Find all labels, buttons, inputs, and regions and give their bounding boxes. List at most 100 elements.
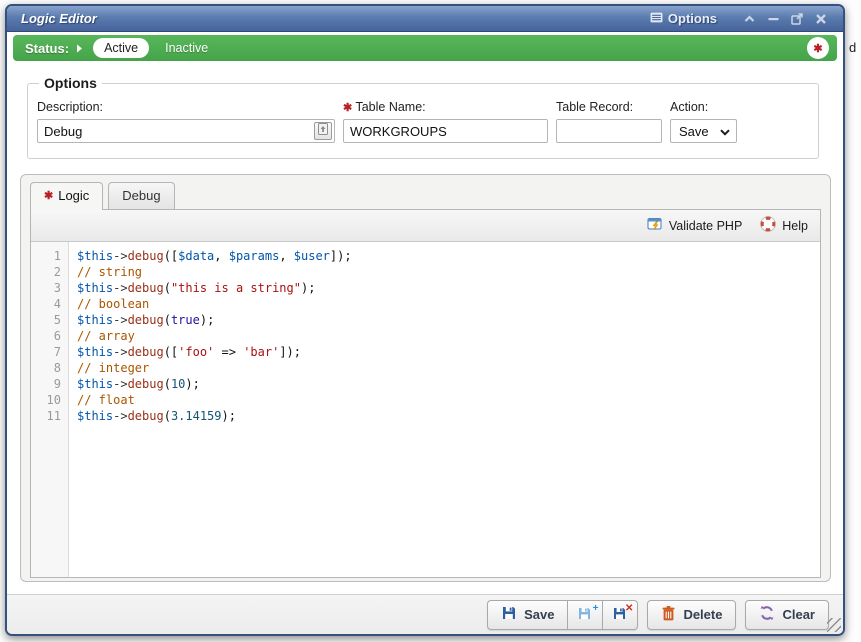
code-token: $this [77, 281, 113, 295]
code-editor: Validate PHP Help 1234567891011 $this->d… [30, 209, 821, 578]
line-number: 9 [31, 376, 61, 392]
code-line[interactable]: $this->debug(3.14159); [77, 408, 820, 424]
chevron-down-icon [720, 124, 730, 139]
line-number: 7 [31, 344, 61, 360]
code-token: $params [229, 249, 280, 263]
code-line[interactable]: $this->debug(10); [77, 376, 820, 392]
save-and-close-button[interactable]: ✕ [602, 600, 638, 630]
close-button[interactable] [811, 10, 831, 28]
line-number: 11 [31, 408, 61, 424]
description-label: Description: [37, 100, 335, 114]
code-token: $this [77, 313, 113, 327]
code-token: $this [77, 409, 113, 423]
code-token: ); [200, 313, 214, 327]
code-token: 3.14159 [171, 409, 222, 423]
delete-button[interactable]: Delete [647, 600, 736, 630]
collapse-button[interactable] [739, 10, 759, 28]
code-token: // array [77, 329, 135, 343]
options-field-row: Description: ✱ Table Name: Table Record:… [37, 100, 808, 143]
action-select[interactable]: Save [670, 119, 737, 143]
validate-php-button[interactable]: Validate PHP [647, 216, 742, 235]
code-token: debug [128, 377, 164, 391]
background-page-text: d [849, 40, 856, 55]
action-select-value: Save [679, 124, 709, 139]
editor-toolbar: Validate PHP Help [31, 210, 820, 242]
code-token: -> [113, 249, 127, 263]
save-and-new-button[interactable]: + [567, 600, 602, 630]
tab-debug[interactable]: Debug [108, 182, 174, 209]
code-token: => [214, 345, 243, 359]
table-name-input[interactable] [343, 119, 548, 143]
minimize-button[interactable] [763, 10, 783, 28]
code-line[interactable]: // array [77, 328, 820, 344]
resize-grip[interactable] [827, 618, 841, 632]
code-token: ); [185, 377, 199, 391]
tab-strip: ✱ Logic Debug [21, 175, 830, 209]
status-bar: Status: Active Inactive ✱ [13, 35, 837, 61]
code-line[interactable]: // boolean [77, 296, 820, 312]
code-token: -> [113, 377, 127, 391]
code-token: ( [164, 313, 171, 327]
window-title: Logic Editor [21, 11, 97, 26]
code-token: -> [113, 281, 127, 295]
minus-icon [768, 17, 779, 21]
code-token: // boolean [77, 297, 149, 311]
code-token: // string [77, 265, 142, 279]
code-line[interactable]: $this->debug("this is a string"); [77, 280, 820, 296]
options-menu-button[interactable]: Options [650, 11, 717, 27]
table-record-input[interactable] [556, 119, 662, 143]
popout-icon [791, 13, 803, 25]
save-button[interactable]: Save [487, 600, 567, 630]
status-option-active[interactable]: Active [93, 38, 149, 58]
save-button-label: Save [524, 607, 554, 622]
code-token: -> [113, 345, 127, 359]
logic-editor-dialog: Logic Editor Options Status: [5, 4, 845, 636]
code-content[interactable]: $this->debug([$data, $params, $user]);//… [69, 242, 820, 577]
required-asterisk-icon: ✱ [44, 189, 53, 202]
table-record-label: Table Record: [556, 100, 662, 114]
code-token: $this [77, 249, 113, 263]
code-token: ( [164, 281, 171, 295]
save-button-group: Save + ✕ [487, 600, 638, 630]
required-status-badge: ✱ [807, 37, 829, 59]
trash-icon [661, 605, 676, 624]
line-number: 1 [31, 248, 61, 264]
code-token: "this is a string" [171, 281, 301, 295]
code-area[interactable]: 1234567891011 $this->debug([$data, $para… [31, 242, 820, 577]
code-line[interactable]: $this->debug([$data, $params, $user]); [77, 248, 820, 264]
action-field: Action: Save [670, 100, 737, 143]
status-option-inactive[interactable]: Inactive [165, 41, 208, 55]
required-asterisk-icon: ✱ [343, 102, 352, 114]
clear-button[interactable]: Clear [745, 600, 829, 630]
code-line[interactable]: // string [77, 264, 820, 280]
code-token: ); [222, 409, 236, 423]
description-input[interactable] [37, 119, 335, 143]
code-token: debug [128, 409, 164, 423]
logic-tab-panel: ✱ Logic Debug Validate PHP Help [20, 174, 831, 582]
line-number: 4 [31, 296, 61, 312]
help-button[interactable]: Help [760, 216, 808, 235]
titlebar[interactable]: Logic Editor Options [7, 6, 843, 32]
tab-logic[interactable]: ✱ Logic [30, 182, 103, 210]
options-panel-legend: Options [39, 75, 102, 91]
code-token: debug [128, 249, 164, 263]
code-line[interactable]: // float [77, 392, 820, 408]
table-name-label-text: Table Name: [355, 100, 425, 114]
popout-button[interactable] [787, 10, 807, 28]
code-token: 'foo' [178, 345, 214, 359]
delete-button-label: Delete [683, 607, 722, 622]
tab-logic-label: Logic [58, 188, 89, 203]
code-token: $this [77, 377, 113, 391]
description-expand-button[interactable] [314, 122, 332, 140]
code-token: , [214, 249, 228, 263]
action-label: Action: [670, 100, 737, 114]
code-line[interactable]: $this->debug(['foo' => 'bar']); [77, 344, 820, 360]
code-token: debug [128, 313, 164, 327]
asterisk-icon: ✱ [813, 42, 822, 55]
code-line[interactable]: $this->debug(true); [77, 312, 820, 328]
close-icon [816, 14, 826, 24]
code-token: ( [164, 377, 171, 391]
code-token: // float [77, 393, 135, 407]
line-number: 6 [31, 328, 61, 344]
code-line[interactable]: // integer [77, 360, 820, 376]
